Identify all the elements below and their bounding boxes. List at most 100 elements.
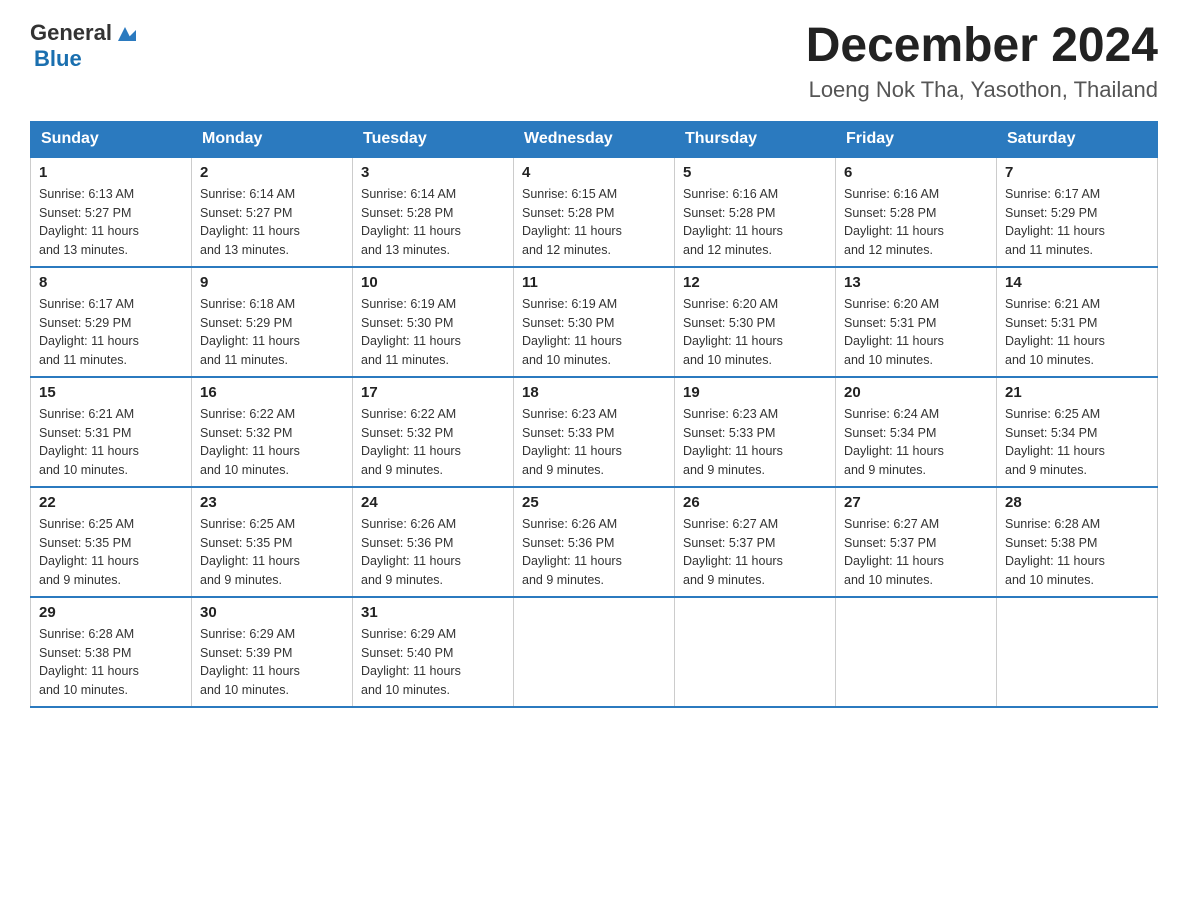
- day-number: 19: [683, 384, 827, 401]
- day-number: 5: [683, 164, 827, 181]
- day-number: 1: [39, 164, 183, 181]
- calendar-title: December 2024: [806, 20, 1158, 73]
- table-row: [514, 597, 675, 707]
- table-row: 24 Sunrise: 6:26 AMSunset: 5:36 PMDaylig…: [353, 487, 514, 597]
- day-info: Sunrise: 6:18 AMSunset: 5:29 PMDaylight:…: [200, 297, 300, 367]
- logo-blue: Blue: [34, 46, 82, 72]
- table-row: 25 Sunrise: 6:26 AMSunset: 5:36 PMDaylig…: [514, 487, 675, 597]
- day-info: Sunrise: 6:15 AMSunset: 5:28 PMDaylight:…: [522, 187, 622, 257]
- table-row: 19 Sunrise: 6:23 AMSunset: 5:33 PMDaylig…: [675, 377, 836, 487]
- day-number: 9: [200, 274, 344, 291]
- table-row: 12 Sunrise: 6:20 AMSunset: 5:30 PMDaylig…: [675, 267, 836, 377]
- day-info: Sunrise: 6:23 AMSunset: 5:33 PMDaylight:…: [522, 407, 622, 477]
- table-row: 8 Sunrise: 6:17 AMSunset: 5:29 PMDayligh…: [31, 267, 192, 377]
- table-row: 1 Sunrise: 6:13 AMSunset: 5:27 PMDayligh…: [31, 157, 192, 267]
- table-row: 6 Sunrise: 6:16 AMSunset: 5:28 PMDayligh…: [836, 157, 997, 267]
- day-number: 14: [1005, 274, 1149, 291]
- day-number: 23: [200, 494, 344, 511]
- day-number: 29: [39, 604, 183, 621]
- table-row: 29 Sunrise: 6:28 AMSunset: 5:38 PMDaylig…: [31, 597, 192, 707]
- calendar-subtitle: Loeng Nok Tha, Yasothon, Thailand: [806, 77, 1158, 103]
- day-number: 13: [844, 274, 988, 291]
- day-info: Sunrise: 6:29 AMSunset: 5:39 PMDaylight:…: [200, 627, 300, 697]
- day-info: Sunrise: 6:13 AMSunset: 5:27 PMDaylight:…: [39, 187, 139, 257]
- table-row: 15 Sunrise: 6:21 AMSunset: 5:31 PMDaylig…: [31, 377, 192, 487]
- day-number: 2: [200, 164, 344, 181]
- header-sunday: Sunday: [31, 121, 192, 157]
- table-row: 11 Sunrise: 6:19 AMSunset: 5:30 PMDaylig…: [514, 267, 675, 377]
- header-monday: Monday: [192, 121, 353, 157]
- table-row: [675, 597, 836, 707]
- table-row: 16 Sunrise: 6:22 AMSunset: 5:32 PMDaylig…: [192, 377, 353, 487]
- table-row: 4 Sunrise: 6:15 AMSunset: 5:28 PMDayligh…: [514, 157, 675, 267]
- day-number: 31: [361, 604, 505, 621]
- table-row: 28 Sunrise: 6:28 AMSunset: 5:38 PMDaylig…: [997, 487, 1158, 597]
- day-info: Sunrise: 6:25 AMSunset: 5:35 PMDaylight:…: [200, 517, 300, 587]
- table-row: 5 Sunrise: 6:16 AMSunset: 5:28 PMDayligh…: [675, 157, 836, 267]
- day-info: Sunrise: 6:22 AMSunset: 5:32 PMDaylight:…: [361, 407, 461, 477]
- table-row: 17 Sunrise: 6:22 AMSunset: 5:32 PMDaylig…: [353, 377, 514, 487]
- header-friday: Friday: [836, 121, 997, 157]
- page-header: General Blue December 2024 Loeng Nok Tha…: [30, 20, 1158, 103]
- day-info: Sunrise: 6:19 AMSunset: 5:30 PMDaylight:…: [522, 297, 622, 367]
- table-row: 18 Sunrise: 6:23 AMSunset: 5:33 PMDaylig…: [514, 377, 675, 487]
- day-info: Sunrise: 6:28 AMSunset: 5:38 PMDaylight:…: [1005, 517, 1105, 587]
- table-row: 30 Sunrise: 6:29 AMSunset: 5:39 PMDaylig…: [192, 597, 353, 707]
- day-number: 4: [522, 164, 666, 181]
- day-info: Sunrise: 6:22 AMSunset: 5:32 PMDaylight:…: [200, 407, 300, 477]
- day-info: Sunrise: 6:27 AMSunset: 5:37 PMDaylight:…: [683, 517, 783, 587]
- day-number: 16: [200, 384, 344, 401]
- table-row: 2 Sunrise: 6:14 AMSunset: 5:27 PMDayligh…: [192, 157, 353, 267]
- day-info: Sunrise: 6:23 AMSunset: 5:33 PMDaylight:…: [683, 407, 783, 477]
- day-info: Sunrise: 6:21 AMSunset: 5:31 PMDaylight:…: [39, 407, 139, 477]
- day-info: Sunrise: 6:26 AMSunset: 5:36 PMDaylight:…: [522, 517, 622, 587]
- day-info: Sunrise: 6:16 AMSunset: 5:28 PMDaylight:…: [844, 187, 944, 257]
- header-saturday: Saturday: [997, 121, 1158, 157]
- table-row: 10 Sunrise: 6:19 AMSunset: 5:30 PMDaylig…: [353, 267, 514, 377]
- title-section: December 2024 Loeng Nok Tha, Yasothon, T…: [806, 20, 1158, 103]
- weekday-header-row: Sunday Monday Tuesday Wednesday Thursday…: [31, 121, 1158, 157]
- day-number: 26: [683, 494, 827, 511]
- table-row: 20 Sunrise: 6:24 AMSunset: 5:34 PMDaylig…: [836, 377, 997, 487]
- day-info: Sunrise: 6:28 AMSunset: 5:38 PMDaylight:…: [39, 627, 139, 697]
- table-row: 3 Sunrise: 6:14 AMSunset: 5:28 PMDayligh…: [353, 157, 514, 267]
- day-number: 6: [844, 164, 988, 181]
- day-info: Sunrise: 6:16 AMSunset: 5:28 PMDaylight:…: [683, 187, 783, 257]
- day-number: 10: [361, 274, 505, 291]
- day-info: Sunrise: 6:21 AMSunset: 5:31 PMDaylight:…: [1005, 297, 1105, 367]
- day-number: 30: [200, 604, 344, 621]
- day-number: 18: [522, 384, 666, 401]
- day-info: Sunrise: 6:27 AMSunset: 5:37 PMDaylight:…: [844, 517, 944, 587]
- calendar-table: Sunday Monday Tuesday Wednesday Thursday…: [30, 121, 1158, 708]
- logo-triangle-icon: [114, 23, 136, 45]
- day-info: Sunrise: 6:20 AMSunset: 5:30 PMDaylight:…: [683, 297, 783, 367]
- table-row: 23 Sunrise: 6:25 AMSunset: 5:35 PMDaylig…: [192, 487, 353, 597]
- day-info: Sunrise: 6:14 AMSunset: 5:28 PMDaylight:…: [361, 187, 461, 257]
- day-info: Sunrise: 6:14 AMSunset: 5:27 PMDaylight:…: [200, 187, 300, 257]
- day-info: Sunrise: 6:20 AMSunset: 5:31 PMDaylight:…: [844, 297, 944, 367]
- day-number: 17: [361, 384, 505, 401]
- table-row: 26 Sunrise: 6:27 AMSunset: 5:37 PMDaylig…: [675, 487, 836, 597]
- day-number: 20: [844, 384, 988, 401]
- day-info: Sunrise: 6:17 AMSunset: 5:29 PMDaylight:…: [39, 297, 139, 367]
- table-row: 14 Sunrise: 6:21 AMSunset: 5:31 PMDaylig…: [997, 267, 1158, 377]
- table-row: 22 Sunrise: 6:25 AMSunset: 5:35 PMDaylig…: [31, 487, 192, 597]
- table-row: [836, 597, 997, 707]
- day-info: Sunrise: 6:29 AMSunset: 5:40 PMDaylight:…: [361, 627, 461, 697]
- day-number: 25: [522, 494, 666, 511]
- day-number: 11: [522, 274, 666, 291]
- table-row: 7 Sunrise: 6:17 AMSunset: 5:29 PMDayligh…: [997, 157, 1158, 267]
- day-info: Sunrise: 6:25 AMSunset: 5:34 PMDaylight:…: [1005, 407, 1105, 477]
- header-tuesday: Tuesday: [353, 121, 514, 157]
- day-number: 21: [1005, 384, 1149, 401]
- table-row: 21 Sunrise: 6:25 AMSunset: 5:34 PMDaylig…: [997, 377, 1158, 487]
- day-number: 7: [1005, 164, 1149, 181]
- table-row: 31 Sunrise: 6:29 AMSunset: 5:40 PMDaylig…: [353, 597, 514, 707]
- table-row: 9 Sunrise: 6:18 AMSunset: 5:29 PMDayligh…: [192, 267, 353, 377]
- table-row: 13 Sunrise: 6:20 AMSunset: 5:31 PMDaylig…: [836, 267, 997, 377]
- logo-general: General: [30, 20, 112, 46]
- day-number: 22: [39, 494, 183, 511]
- day-info: Sunrise: 6:25 AMSunset: 5:35 PMDaylight:…: [39, 517, 139, 587]
- day-info: Sunrise: 6:24 AMSunset: 5:34 PMDaylight:…: [844, 407, 944, 477]
- table-row: [997, 597, 1158, 707]
